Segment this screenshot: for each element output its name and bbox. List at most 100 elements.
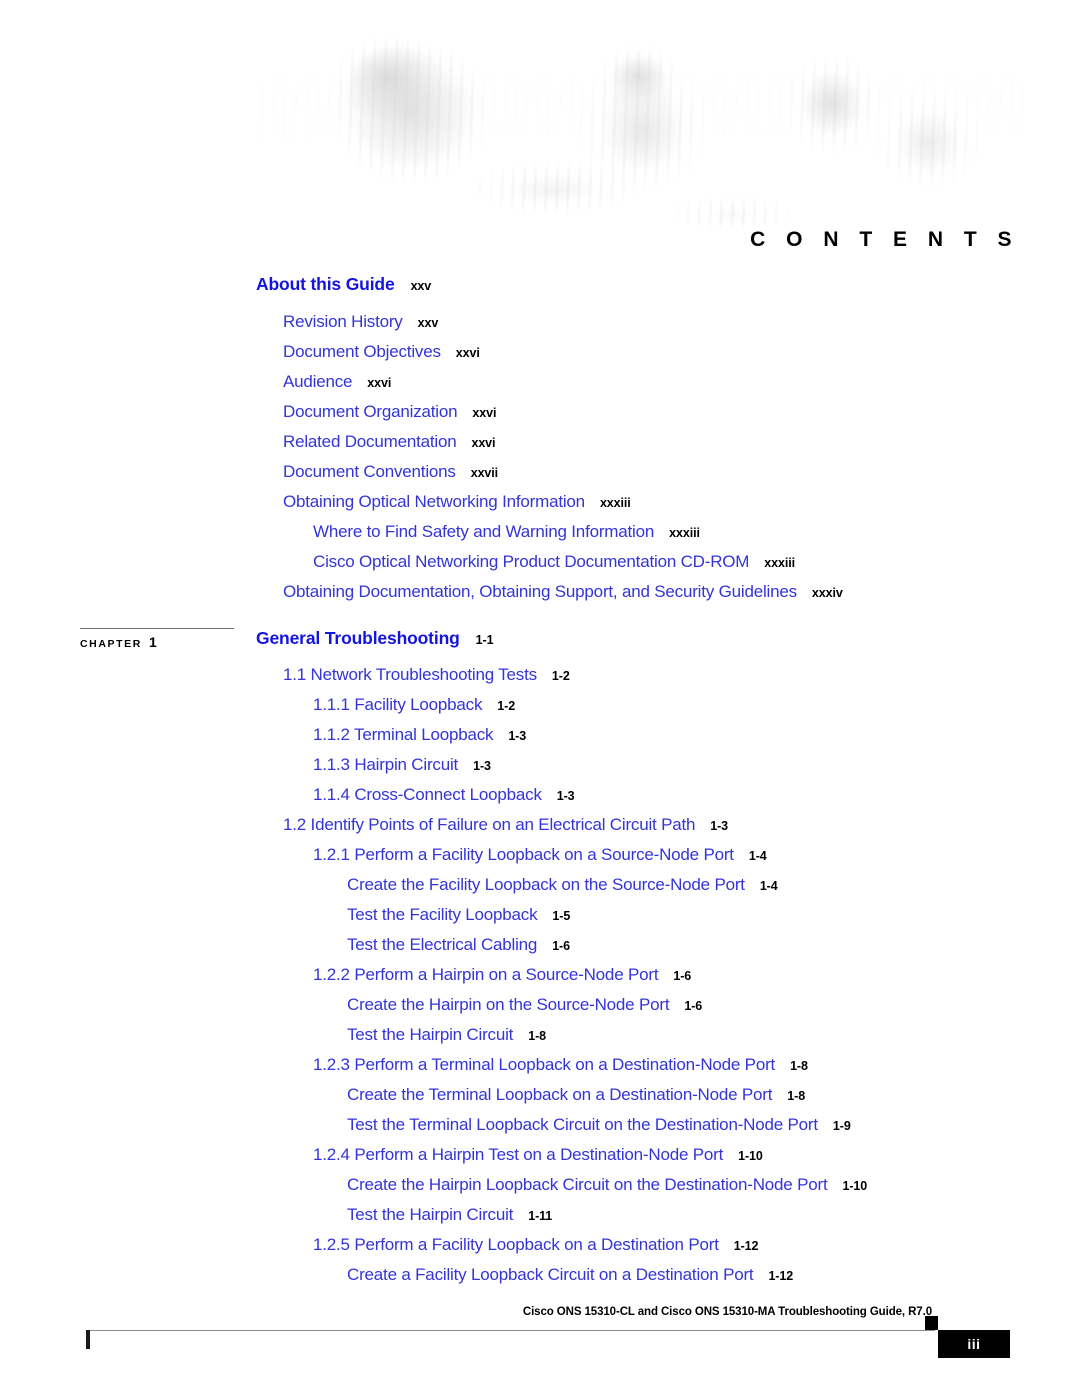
- toc-entry-title: Document Objectives: [283, 341, 441, 361]
- toc-entry-title: Create a Facility Loopback Circuit on a …: [347, 1265, 754, 1284]
- table-of-contents: About this Guide xxv Revision History xx…: [0, 274, 1080, 1296]
- toc-entry-title: 1.1.4 Cross-Connect Loopback: [313, 785, 542, 804]
- toc-entry-page: xxvi: [471, 435, 496, 450]
- toc-entry-page: xxvi: [472, 405, 497, 420]
- toc-entry-document-organization[interactable]: Document Organization xxvi: [0, 403, 1080, 420]
- toc-entry-page: xxxiii: [764, 555, 795, 570]
- footer-square-mark: [925, 1316, 938, 1330]
- toc-entry-where-to-find-safety-and-warning-information[interactable]: Where to Find Safety and Warning Informa…: [0, 523, 1080, 540]
- toc-entry-page: 1-12: [768, 1269, 794, 1283]
- toc-entry-obtaining-documentation-support-security-guidelines[interactable]: Obtaining Documentation, Obtaining Suppo…: [0, 583, 1080, 600]
- toc-entry-title: Document Conventions: [283, 461, 456, 481]
- toc-entry-page: xxxiv: [811, 585, 843, 600]
- toc-entry-title: About this Guide: [256, 274, 395, 294]
- toc-entry-1-2-2-perform-hairpin-source-node-port[interactable]: 1.2.2 Perform a Hairpin on a Source-Node…: [0, 966, 1080, 983]
- toc-entry-create-terminal-loopback-destination-node-port[interactable]: Create the Terminal Loopback on a Destin…: [0, 1086, 1080, 1103]
- toc-entry-1-2-3-perform-terminal-loopback-destination-node-port[interactable]: 1.2.3 Perform a Terminal Loopback on a D…: [0, 1056, 1080, 1073]
- toc-entry-1-2-1-perform-facility-loopback-source-node-port[interactable]: 1.2.1 Perform a Facility Loopback on a S…: [0, 846, 1080, 863]
- toc-entry-page: 1-4: [759, 879, 778, 893]
- toc-entry-revision-history[interactable]: Revision History xxv: [0, 313, 1080, 330]
- toc-entry-title: Test the Electrical Cabling: [347, 935, 538, 954]
- toc-entry-title: Document Organization: [283, 401, 458, 421]
- toc-entry-create-facility-loopback-circuit-destination-port[interactable]: Create a Facility Loopback Circuit on a …: [0, 1266, 1080, 1283]
- toc-entry-title: General Troubleshooting: [256, 627, 460, 648]
- toc-entry-1-2-identify-points-of-failure[interactable]: 1.2 Identify Points of Failure on an Ele…: [0, 816, 1080, 833]
- footer-guide-title: Cisco ONS 15310-CL and Cisco ONS 15310-M…: [522, 1306, 932, 1318]
- toc-entry-page: 1-2: [497, 699, 516, 713]
- toc-entry-page: 1-3: [473, 759, 491, 773]
- toc-entry-title: Cisco Optical Networking Product Documen…: [313, 551, 750, 571]
- toc-entry-page: 1-5: [552, 909, 571, 923]
- page-banner: C O N T E N T S: [253, 28, 1025, 251]
- toc-entry-title: Create the Facility Loopback on the Sour…: [347, 875, 745, 894]
- toc-entry-page: 1-11: [528, 1209, 553, 1223]
- toc-entry-test-the-hairpin-circuit-1-8[interactable]: Test the Hairpin Circuit 1-8: [0, 1026, 1080, 1043]
- toc-entry-1-1-1-facility-loopback[interactable]: 1.1.1 Facility Loopback 1-2: [0, 696, 1080, 713]
- toc-entry-1-1-network-troubleshooting-tests[interactable]: 1.1 Network Troubleshooting Tests 1-2: [0, 666, 1080, 683]
- toc-heading-about-this-guide[interactable]: About this Guide xxv: [0, 274, 1080, 294]
- toc-entry-audience[interactable]: Audience xxvi: [0, 373, 1080, 390]
- toc-entry-test-the-facility-loopback[interactable]: Test the Facility Loopback 1-5: [0, 906, 1080, 923]
- toc-entry-test-terminal-loopback-circuit-destination-node-port[interactable]: Test the Terminal Loopback Circuit on th…: [0, 1116, 1080, 1133]
- toc-entry-title: 1.2.4 Perform a Hairpin Test on a Destin…: [313, 1145, 724, 1164]
- toc-entry-title: 1.2.5 Perform a Facility Loopback on a D…: [313, 1235, 719, 1254]
- toc-entry-title: 1.2.3 Perform a Terminal Loopback on a D…: [313, 1055, 776, 1074]
- toc-entry-obtaining-optical-networking-information[interactable]: Obtaining Optical Networking Information…: [0, 493, 1080, 510]
- toc-entry-page: 1-9: [832, 1119, 851, 1133]
- toc-entry-page: 1-10: [738, 1149, 763, 1163]
- toc-entry-1-2-4-perform-hairpin-test-destination-node-port[interactable]: 1.2.4 Perform a Hairpin Test on a Destin…: [0, 1146, 1080, 1163]
- chapter-number: 1: [148, 633, 157, 650]
- footer-rule: [86, 1330, 935, 1331]
- toc-entry-title: Test the Hairpin Circuit: [347, 1205, 514, 1224]
- toc-entry-1-1-4-cross-connect-loopback[interactable]: 1.1.4 Cross-Connect Loopback 1-3: [0, 786, 1080, 803]
- toc-entry-page: 1-6: [673, 969, 692, 983]
- toc-entry-title: 1.1.3 Hairpin Circuit: [313, 755, 459, 774]
- toc-entry-1-1-2-terminal-loopback[interactable]: 1.1.2 Terminal Loopback 1-3: [0, 726, 1080, 743]
- page-title: C O N T E N T S: [750, 228, 1019, 251]
- toc-entry-title: 1.2.2 Perform a Hairpin on a Source-Node…: [313, 965, 659, 984]
- toc-entry-document-objectives[interactable]: Document Objectives xxvi: [0, 343, 1080, 360]
- toc-entry-title: Where to Find Safety and Warning Informa…: [313, 521, 655, 541]
- chapter-label: CHAPTER 1: [80, 634, 234, 650]
- toc-entry-page: xxxiii: [599, 495, 631, 510]
- toc-entry-page: xxv: [417, 315, 439, 330]
- toc-entry-page: 1-4: [748, 849, 767, 863]
- toc-entry-test-the-hairpin-circuit-1-11[interactable]: Test the Hairpin Circuit 1-11: [0, 1206, 1080, 1223]
- chapter-marker: CHAPTER 1: [80, 627, 234, 650]
- toc-entry-page: 1-6: [684, 999, 703, 1013]
- footer-left-tick: [86, 1330, 90, 1349]
- toc-entry-page: 1-2: [551, 669, 570, 683]
- toc-entry-related-documentation[interactable]: Related Documentation xxvi: [0, 433, 1080, 450]
- toc-entry-create-hairpin-source-node-port[interactable]: Create the Hairpin on the Source-Node Po…: [0, 996, 1080, 1013]
- toc-entry-page: 1-3: [710, 819, 729, 833]
- toc-entry-page: xxvi: [367, 375, 392, 390]
- toc-entry-document-conventions[interactable]: Document Conventions xxvii: [0, 463, 1080, 480]
- page-number-badge: iii: [938, 1330, 1010, 1358]
- toc-entry-title: Related Documentation: [283, 431, 457, 451]
- toc-entry-page: xxvi: [455, 345, 480, 360]
- toc-entry-title: Create the Hairpin Loopback Circuit on t…: [347, 1175, 828, 1194]
- toc-entry-page: 1-8: [528, 1029, 546, 1043]
- toc-entry-cisco-optical-networking-product-documentation-cd-rom[interactable]: Cisco Optical Networking Product Documen…: [0, 553, 1080, 570]
- toc-entry-title: Revision History: [283, 311, 403, 331]
- toc-entry-page: 1-1: [475, 632, 494, 647]
- toc-entry-1-1-3-hairpin-circuit[interactable]: 1.1.3 Hairpin Circuit 1-3: [0, 756, 1080, 773]
- toc-entry-page: xxxiii: [669, 525, 700, 540]
- toc-entry-create-hairpin-loopback-circuit-destination-node-port[interactable]: Create the Hairpin Loopback Circuit on t…: [0, 1176, 1080, 1193]
- toc-entry-title: Audience: [283, 371, 353, 391]
- toc-entry-title: 1.1.1 Facility Loopback: [313, 695, 483, 714]
- toc-entry-page: 1-12: [733, 1239, 759, 1253]
- toc-entry-title: Obtaining Optical Networking Information: [283, 491, 585, 511]
- toc-entry-title: Test the Hairpin Circuit: [347, 1025, 514, 1044]
- toc-entry-title: Obtaining Documentation, Obtaining Suppo…: [283, 581, 797, 601]
- toc-entry-1-2-5-perform-facility-loopback-destination-port[interactable]: 1.2.5 Perform a Facility Loopback on a D…: [0, 1236, 1080, 1253]
- toc-entry-title: 1.2.1 Perform a Facility Loopback on a S…: [313, 845, 734, 864]
- toc-entry-title: Create the Hairpin on the Source-Node Po…: [347, 995, 670, 1014]
- toc-entry-create-facility-loopback-source-node-port[interactable]: Create the Facility Loopback on the Sour…: [0, 876, 1080, 893]
- chapter-rule: [80, 627, 234, 629]
- cisco-people-banner-photo: [253, 28, 1025, 250]
- toc-entry-title: 1.2 Identify Points of Failure on an Ele…: [283, 815, 696, 834]
- toc-entry-page: 1-10: [842, 1179, 868, 1193]
- toc-entry-test-the-electrical-cabling[interactable]: Test the Electrical Cabling 1-6: [0, 936, 1080, 953]
- page-footer: Cisco ONS 15310-CL and Cisco ONS 15310-M…: [0, 1306, 1080, 1376]
